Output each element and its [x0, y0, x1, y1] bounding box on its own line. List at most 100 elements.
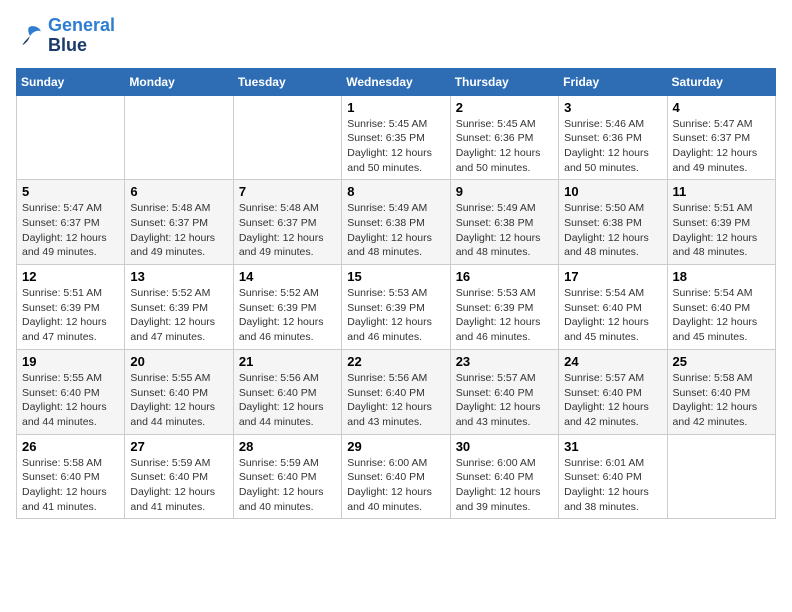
logo-icon: [16, 22, 44, 50]
calendar-week-row: 19 Sunrise: 5:55 AMSunset: 6:40 PMDayligh…: [17, 349, 776, 434]
day-info: Sunrise: 5:48 AMSunset: 6:37 PMDaylight:…: [239, 201, 336, 260]
calendar-header-row: SundayMondayTuesdayWednesdayThursdayFrid…: [17, 68, 776, 95]
calendar-cell: 8 Sunrise: 5:49 AMSunset: 6:38 PMDaylight…: [342, 180, 450, 265]
day-number: 17: [564, 269, 661, 284]
day-info: Sunrise: 5:52 AMSunset: 6:39 PMDaylight:…: [239, 286, 336, 345]
calendar-cell: 5 Sunrise: 5:47 AMSunset: 6:37 PMDaylight…: [17, 180, 125, 265]
day-info: Sunrise: 5:57 AMSunset: 6:40 PMDaylight:…: [564, 371, 661, 430]
day-of-week-header: Saturday: [667, 68, 775, 95]
logo: GeneralBlue: [16, 16, 115, 56]
calendar-cell: 22Sunrise: 5:56 AMSunset: 6:40 PMDayligh…: [342, 349, 450, 434]
calendar-week-row: 5 Sunrise: 5:47 AMSunset: 6:37 PMDaylight…: [17, 180, 776, 265]
day-number: 11: [673, 184, 770, 199]
day-info: Sunrise: 5:52 AMSunset: 6:39 PMDaylight:…: [130, 286, 227, 345]
day-info: Sunrise: 5:48 AMSunset: 6:37 PMDaylight:…: [130, 201, 227, 260]
calendar-cell: 31 Sunrise: 6:01 AMSunset: 6:40 PMDayligh…: [559, 434, 667, 519]
calendar-week-row: 26 Sunrise: 5:58 AMSunset: 6:40 PMDayligh…: [17, 434, 776, 519]
day-number: 2: [456, 100, 553, 115]
calendar-cell: 28 Sunrise: 5:59 AMSunset: 6:40 PMDayligh…: [233, 434, 341, 519]
day-info: Sunrise: 5:59 AMSunset: 6:40 PMDaylight:…: [239, 456, 336, 515]
calendar-week-row: 1 Sunrise: 5:45 AMSunset: 6:35 PMDaylight…: [17, 95, 776, 180]
calendar-cell: 7 Sunrise: 5:48 AMSunset: 6:37 PMDaylight…: [233, 180, 341, 265]
day-number: 28: [239, 439, 336, 454]
calendar-cell: 9 Sunrise: 5:49 AMSunset: 6:38 PMDaylight…: [450, 180, 558, 265]
calendar-cell: 2 Sunrise: 5:45 AMSunset: 6:36 PMDaylight…: [450, 95, 558, 180]
day-info: Sunrise: 5:58 AMSunset: 6:40 PMDaylight:…: [673, 371, 770, 430]
calendar-cell: 19 Sunrise: 5:55 AMSunset: 6:40 PMDayligh…: [17, 349, 125, 434]
day-number: 18: [673, 269, 770, 284]
calendar-cell: 16 Sunrise: 5:53 AMSunset: 6:39 PMDayligh…: [450, 265, 558, 350]
day-number: 13: [130, 269, 227, 284]
day-number: 15: [347, 269, 444, 284]
day-info: Sunrise: 5:45 AMSunset: 6:35 PMDaylight:…: [347, 117, 444, 176]
day-info: Sunrise: 5:51 AMSunset: 6:39 PMDaylight:…: [22, 286, 119, 345]
day-number: 19: [22, 354, 119, 369]
day-number: 5: [22, 184, 119, 199]
calendar-cell: [17, 95, 125, 180]
calendar-cell: 4 Sunrise: 5:47 AMSunset: 6:37 PMDaylight…: [667, 95, 775, 180]
day-number: 4: [673, 100, 770, 115]
day-info: Sunrise: 6:01 AMSunset: 6:40 PMDaylight:…: [564, 456, 661, 515]
calendar-week-row: 12Sunrise: 5:51 AMSunset: 6:39 PMDayligh…: [17, 265, 776, 350]
day-info: Sunrise: 5:47 AMSunset: 6:37 PMDaylight:…: [22, 201, 119, 260]
day-of-week-header: Thursday: [450, 68, 558, 95]
day-number: 1: [347, 100, 444, 115]
calendar-cell: 26 Sunrise: 5:58 AMSunset: 6:40 PMDayligh…: [17, 434, 125, 519]
day-number: 26: [22, 439, 119, 454]
calendar-cell: 6Sunrise: 5:48 AMSunset: 6:37 PMDaylight…: [125, 180, 233, 265]
calendar-cell: 13 Sunrise: 5:52 AMSunset: 6:39 PMDayligh…: [125, 265, 233, 350]
day-number: 21: [239, 354, 336, 369]
calendar-cell: 23 Sunrise: 5:57 AMSunset: 6:40 PMDayligh…: [450, 349, 558, 434]
day-number: 10: [564, 184, 661, 199]
logo-text: GeneralBlue: [48, 16, 115, 56]
day-of-week-header: Monday: [125, 68, 233, 95]
day-info: Sunrise: 6:00 AMSunset: 6:40 PMDaylight:…: [347, 456, 444, 515]
day-number: 23: [456, 354, 553, 369]
calendar-cell: [667, 434, 775, 519]
day-info: Sunrise: 5:55 AMSunset: 6:40 PMDaylight:…: [22, 371, 119, 430]
day-info: Sunrise: 5:54 AMSunset: 6:40 PMDaylight:…: [564, 286, 661, 345]
calendar-cell: 12Sunrise: 5:51 AMSunset: 6:39 PMDayligh…: [17, 265, 125, 350]
calendar-cell: 21Sunrise: 5:56 AMSunset: 6:40 PMDayligh…: [233, 349, 341, 434]
calendar-table: SundayMondayTuesdayWednesdayThursdayFrid…: [16, 68, 776, 520]
day-info: Sunrise: 5:51 AMSunset: 6:39 PMDaylight:…: [673, 201, 770, 260]
day-number: 22: [347, 354, 444, 369]
day-info: Sunrise: 5:55 AMSunset: 6:40 PMDaylight:…: [130, 371, 227, 430]
day-number: 30: [456, 439, 553, 454]
calendar-cell: 17 Sunrise: 5:54 AMSunset: 6:40 PMDayligh…: [559, 265, 667, 350]
calendar-cell: 15Sunrise: 5:53 AMSunset: 6:39 PMDayligh…: [342, 265, 450, 350]
calendar-cell: 10Sunrise: 5:50 AMSunset: 6:38 PMDayligh…: [559, 180, 667, 265]
day-number: 25: [673, 354, 770, 369]
day-number: 16: [456, 269, 553, 284]
calendar-cell: 24 Sunrise: 5:57 AMSunset: 6:40 PMDayligh…: [559, 349, 667, 434]
day-number: 24: [564, 354, 661, 369]
calendar-cell: 27 Sunrise: 5:59 AMSunset: 6:40 PMDayligh…: [125, 434, 233, 519]
calendar-cell: 25 Sunrise: 5:58 AMSunset: 6:40 PMDayligh…: [667, 349, 775, 434]
day-number: 31: [564, 439, 661, 454]
day-info: Sunrise: 6:00 AMSunset: 6:40 PMDaylight:…: [456, 456, 553, 515]
day-info: Sunrise: 5:49 AMSunset: 6:38 PMDaylight:…: [347, 201, 444, 260]
day-info: Sunrise: 5:54 AMSunset: 6:40 PMDaylight:…: [673, 286, 770, 345]
day-info: Sunrise: 5:49 AMSunset: 6:38 PMDaylight:…: [456, 201, 553, 260]
day-of-week-header: Tuesday: [233, 68, 341, 95]
calendar-cell: 3Sunrise: 5:46 AMSunset: 6:36 PMDaylight…: [559, 95, 667, 180]
day-info: Sunrise: 5:45 AMSunset: 6:36 PMDaylight:…: [456, 117, 553, 176]
calendar-cell: 20 Sunrise: 5:55 AMSunset: 6:40 PMDayligh…: [125, 349, 233, 434]
day-info: Sunrise: 5:53 AMSunset: 6:39 PMDaylight:…: [456, 286, 553, 345]
day-info: Sunrise: 5:47 AMSunset: 6:37 PMDaylight:…: [673, 117, 770, 176]
day-info: Sunrise: 5:57 AMSunset: 6:40 PMDaylight:…: [456, 371, 553, 430]
calendar-cell: [233, 95, 341, 180]
day-number: 7: [239, 184, 336, 199]
day-info: Sunrise: 5:59 AMSunset: 6:40 PMDaylight:…: [130, 456, 227, 515]
day-number: 29: [347, 439, 444, 454]
page-header: GeneralBlue: [16, 16, 776, 56]
day-number: 27: [130, 439, 227, 454]
calendar-cell: [125, 95, 233, 180]
day-number: 8: [347, 184, 444, 199]
day-info: Sunrise: 5:46 AMSunset: 6:36 PMDaylight:…: [564, 117, 661, 176]
day-number: 9: [456, 184, 553, 199]
day-of-week-header: Wednesday: [342, 68, 450, 95]
day-info: Sunrise: 5:58 AMSunset: 6:40 PMDaylight:…: [22, 456, 119, 515]
day-number: 20: [130, 354, 227, 369]
calendar-cell: 30 Sunrise: 6:00 AMSunset: 6:40 PMDayligh…: [450, 434, 558, 519]
